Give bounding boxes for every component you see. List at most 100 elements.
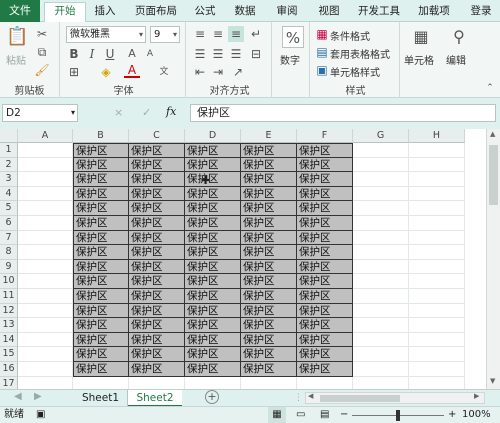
align-bottom-icon[interactable]: ≡ [228, 26, 244, 42]
cell-c17[interactable] [129, 376, 185, 389]
cell-a8[interactable] [18, 245, 73, 260]
align-middle-icon[interactable]: ≡ [210, 26, 226, 42]
cell-b17[interactable] [73, 376, 129, 389]
cell-c11[interactable]: 保护区 [129, 289, 185, 304]
copy-icon[interactable]: ⧉ [34, 44, 50, 60]
cell-f7[interactable]: 保护区 [297, 230, 353, 246]
row-header-17[interactable]: 17 [0, 376, 18, 389]
tab-developer[interactable]: 开发工具 [354, 3, 404, 21]
wrap-text-icon[interactable]: ↵ [248, 26, 264, 42]
normal-view-icon[interactable]: ▦ [268, 407, 286, 423]
cell-d4[interactable]: 保护区 [185, 186, 241, 202]
cell-h17[interactable] [409, 376, 465, 389]
cell-g10[interactable] [353, 274, 409, 289]
cell-c12[interactable]: 保护区 [129, 303, 185, 319]
cell-d12[interactable]: 保护区 [185, 303, 241, 319]
cell-f2[interactable]: 保护区 [297, 157, 353, 173]
cell-c16[interactable]: 保护区 [129, 362, 185, 377]
cell-c2[interactable]: 保护区 [129, 157, 185, 173]
column-header-f[interactable]: F [297, 129, 353, 143]
format-painter-icon[interactable]: 🖌 [34, 62, 50, 78]
format-as-table-button[interactable]: 套用表格格式 [330, 46, 390, 61]
tab-insert[interactable]: 插入 [88, 3, 122, 21]
cell-d5[interactable]: 保护区 [185, 201, 241, 216]
cell-a6[interactable] [18, 216, 73, 231]
merge-cells-icon[interactable]: ⊟ [248, 46, 264, 62]
cell-e12[interactable]: 保护区 [241, 303, 297, 319]
decrease-indent-icon[interactable]: ⇤ [192, 64, 208, 80]
cell-b13[interactable]: 保护区 [73, 318, 129, 333]
next-sheet-icon[interactable]: ▶ [34, 391, 42, 402]
cell-c7[interactable]: 保护区 [129, 230, 185, 246]
binoculars-icon[interactable]: ⚲ [448, 26, 470, 48]
border-icon[interactable]: ⊞ [66, 64, 82, 80]
sheet-tab-sheet2[interactable]: Sheet2 [128, 390, 182, 407]
italic-button[interactable]: I [84, 46, 100, 62]
macro-record-icon[interactable]: ▣ [36, 407, 45, 423]
column-header-e[interactable]: E [241, 129, 297, 143]
font-name-dropdown[interactable]: 微软雅黑 ▾ [66, 26, 146, 43]
row-header-12[interactable]: 12 [0, 303, 18, 319]
scroll-left-icon[interactable]: ◀ [308, 392, 313, 400]
horizontal-scrollbar[interactable]: ◀ ▶ [305, 392, 485, 404]
tab-formulas[interactable]: 公式 [188, 3, 222, 21]
bold-button[interactable]: B [66, 46, 82, 62]
cell-c8[interactable]: 保护区 [129, 245, 185, 260]
cell-d13[interactable]: 保护区 [185, 318, 241, 333]
row-header-11[interactable]: 11 [0, 289, 18, 304]
cell-a5[interactable] [18, 201, 73, 216]
cell-e14[interactable]: 保护区 [241, 332, 297, 348]
cell-g14[interactable] [353, 332, 409, 348]
enter-button[interactable]: ✓ [142, 106, 151, 119]
column-header-a[interactable]: A [18, 129, 73, 143]
cell-g17[interactable] [353, 376, 409, 389]
column-header-h[interactable]: H [409, 129, 465, 143]
row-header-14[interactable]: 14 [0, 332, 18, 348]
cell-f1[interactable]: 保护区 [297, 143, 353, 158]
cell-h14[interactable] [409, 332, 465, 348]
cell-d6[interactable]: 保护区 [185, 216, 241, 231]
row-header-16[interactable]: 16 [0, 362, 18, 377]
align-center-icon[interactable]: ☰ [210, 46, 226, 62]
cell-b10[interactable]: 保护区 [73, 274, 129, 289]
scroll-right-icon[interactable]: ▶ [474, 392, 479, 400]
cell-h5[interactable] [409, 201, 465, 216]
shrink-font-button[interactable]: A [142, 46, 158, 62]
cell-b8[interactable]: 保护区 [73, 245, 129, 260]
cell-styles-button[interactable]: 单元格样式 [330, 64, 380, 79]
cell-b1[interactable]: 保护区 [73, 143, 129, 158]
row-header-2[interactable]: 2 [0, 157, 18, 173]
cell-f8[interactable]: 保护区 [297, 245, 353, 260]
cell-d3[interactable]: 保护区 [185, 172, 241, 187]
name-box[interactable]: D2 ▾ [2, 104, 78, 122]
sheet-tab-sheet1[interactable]: Sheet1 [74, 390, 128, 407]
cell-a10[interactable] [18, 274, 73, 289]
tab-data[interactable]: 数据 [228, 3, 262, 21]
cancel-button[interactable]: × [114, 106, 123, 119]
zoom-level[interactable]: 100% [462, 407, 491, 423]
row-header-10[interactable]: 10 [0, 274, 18, 289]
page-break-view-icon[interactable]: ▤ [320, 407, 329, 423]
column-header-d[interactable]: D [185, 129, 241, 143]
font-size-dropdown[interactable]: 9 ▾ [150, 26, 180, 43]
tab-page-layout[interactable]: 页面布局 [128, 3, 184, 21]
cell-a1[interactable] [18, 143, 73, 158]
zoom-out-button[interactable]: − [340, 407, 348, 423]
cell-f15[interactable]: 保护区 [297, 347, 353, 362]
cell-e6[interactable]: 保护区 [241, 216, 297, 231]
cell-g15[interactable] [353, 347, 409, 362]
page-layout-view-icon[interactable]: ▭ [296, 407, 305, 423]
cell-a2[interactable] [18, 157, 73, 173]
cell-d11[interactable]: 保护区 [185, 289, 241, 304]
cell-b5[interactable]: 保护区 [73, 201, 129, 216]
cell-a16[interactable] [18, 362, 73, 377]
cell-f3[interactable]: 保护区 [297, 172, 353, 187]
cell-g11[interactable] [353, 289, 409, 304]
cell-f14[interactable]: 保护区 [297, 332, 353, 348]
scroll-thumb[interactable] [489, 145, 498, 205]
cell-h3[interactable] [409, 172, 465, 187]
cells-icon[interactable]: ▦ [410, 26, 432, 48]
cell-c6[interactable]: 保护区 [129, 216, 185, 231]
cell-b16[interactable]: 保护区 [73, 362, 129, 377]
cell-e16[interactable]: 保护区 [241, 362, 297, 377]
